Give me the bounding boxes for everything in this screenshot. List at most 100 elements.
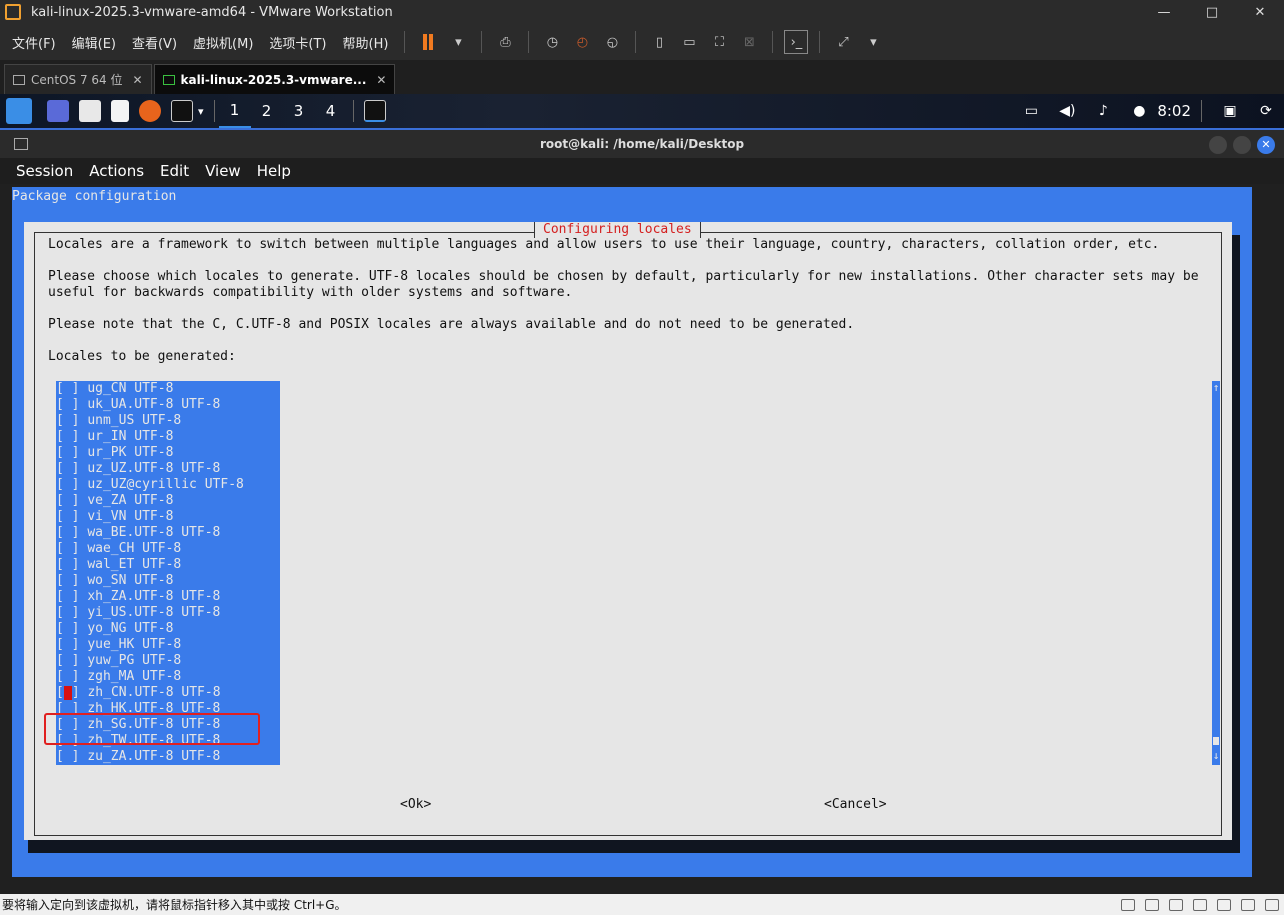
menu-edit[interactable]: 编辑(E) — [64, 33, 124, 52]
checkbox[interactable]: [ ] — [56, 557, 87, 572]
locale-row[interactable]: [ ] yo_NG UTF-8 — [56, 621, 280, 637]
snapshot-manager-icon[interactable]: ◵ — [600, 30, 624, 54]
term-maximize-button[interactable] — [1233, 136, 1251, 154]
locale-row[interactable]: [ ] ve_ZA UTF-8 — [56, 493, 280, 509]
taskbar-terminal-icon[interactable] — [363, 100, 386, 122]
locale-row[interactable]: [ ] vi_VN UTF-8 — [56, 509, 280, 525]
tab-close-icon[interactable]: ✕ — [376, 73, 386, 87]
message-icon[interactable] — [1265, 898, 1279, 911]
dropdown-icon[interactable]: ▾ — [446, 30, 470, 54]
network-icon[interactable]: ▭ — [1023, 103, 1039, 119]
thumbnail-icon[interactable]: ▭ — [677, 30, 701, 54]
scroll-thumb[interactable] — [1213, 737, 1219, 745]
locale-row[interactable]: [ ] uz_UZ@cyrillic UTF-8 — [56, 477, 280, 493]
hdd-icon[interactable] — [1121, 898, 1135, 911]
locale-row[interactable]: [ ] uz_UZ.UTF-8 UTF-8 — [56, 461, 280, 477]
tab-centos[interactable]: CentOS 7 64 位 ✕ — [4, 64, 152, 94]
menu-tabs[interactable]: 选项卡(T) — [261, 33, 334, 52]
power-status-icon[interactable]: ● — [1131, 103, 1147, 119]
display-icon[interactable] — [1241, 898, 1255, 911]
menu-vm[interactable]: 虚拟机(M) — [185, 33, 261, 52]
checkbox[interactable]: [ ] — [56, 749, 87, 764]
locale-row[interactable]: [ ] wa_BE.UTF-8 UTF-8 — [56, 525, 280, 541]
checkbox[interactable]: [ ] — [56, 397, 87, 412]
file-manager-icon[interactable] — [79, 100, 101, 122]
checkbox[interactable]: [ ] — [56, 381, 87, 396]
lock-icon[interactable]: ▣ — [1222, 103, 1238, 119]
notifications-icon[interactable]: ♪ — [1095, 103, 1111, 119]
workspace-1[interactable]: 1 — [218, 94, 251, 128]
checkbox[interactable]: [ ] — [56, 493, 87, 508]
locale-row[interactable]: [ ] unm_US UTF-8 — [56, 413, 280, 429]
firefox-icon[interactable] — [139, 100, 161, 122]
workspace-4[interactable]: 4 — [315, 94, 347, 128]
snapshot-icon[interactable]: ◷ — [540, 30, 564, 54]
locale-row[interactable]: [ ] ur_IN UTF-8 — [56, 429, 280, 445]
checkbox[interactable]: [ ] — [56, 461, 87, 476]
term-close-button[interactable]: ✕ — [1257, 136, 1275, 154]
term-minimize-button[interactable] — [1209, 136, 1227, 154]
locale-list[interactable]: [ ] ug_CN UTF-8[ ] uk_UA.UTF-8 UTF-8[ ] … — [56, 381, 280, 765]
menu-view[interactable]: 查看(V) — [124, 33, 185, 52]
locale-row[interactable]: [ ] wae_CH UTF-8 — [56, 541, 280, 557]
locale-row[interactable]: [ ] wal_ET UTF-8 — [56, 557, 280, 573]
kali-menu-icon[interactable] — [6, 98, 32, 124]
terminal-dropdown-icon[interactable]: ▾ — [198, 105, 204, 118]
terminal-body[interactable]: Package configuration Configuring locale… — [0, 184, 1284, 894]
console-view-icon[interactable]: ›_ — [784, 30, 809, 54]
menu-actions[interactable]: Actions — [89, 162, 144, 180]
revert-snapshot-icon[interactable]: ◴ — [570, 30, 594, 54]
locale-row[interactable]: [] zh_CN.UTF-8 UTF-8 — [56, 685, 280, 701]
usb-icon[interactable] — [1169, 898, 1183, 911]
clock[interactable]: 8:02 — [1157, 102, 1191, 120]
checkbox[interactable]: [ ] — [56, 637, 87, 652]
checkbox[interactable]: [ ] — [56, 509, 87, 524]
checkbox[interactable]: [ ] — [56, 413, 87, 428]
locale-row[interactable]: [ ] ug_CN UTF-8 — [56, 381, 280, 397]
workspace-2[interactable]: 2 — [251, 94, 283, 128]
checkbox[interactable]: [ — [56, 685, 64, 700]
locale-row[interactable]: [ ] zu_ZA.UTF-8 UTF-8 — [56, 749, 280, 765]
minimize-button[interactable]: — — [1140, 0, 1188, 24]
close-button[interactable]: ✕ — [1236, 0, 1284, 24]
printer-icon[interactable] — [1217, 898, 1231, 911]
menu-help[interactable]: 帮助(H) — [335, 33, 397, 52]
checkbox[interactable]: [ ] — [56, 541, 87, 556]
tab-close-icon[interactable]: ✕ — [132, 73, 142, 87]
ok-button[interactable]: <Ok> — [400, 797, 431, 812]
sidebar-toggle-icon[interactable]: ▯ — [647, 30, 671, 54]
locale-row[interactable]: [ ] yi_US.UTF-8 UTF-8 — [56, 605, 280, 621]
scroll-up-icon[interactable]: ↑ — [1212, 381, 1220, 395]
checkbox[interactable]: [ ] — [56, 669, 87, 684]
menu-session[interactable]: Session — [16, 162, 73, 180]
workspace-3[interactable]: 3 — [283, 94, 315, 128]
list-scrollbar[interactable]: ↑ ↓ — [1212, 381, 1220, 765]
terminal-icon[interactable] — [171, 100, 193, 122]
locale-row[interactable]: [ ] uk_UA.UTF-8 UTF-8 — [56, 397, 280, 413]
maximize-button[interactable]: □ — [1188, 0, 1236, 24]
checkbox[interactable]: [ ] — [56, 605, 87, 620]
locale-row[interactable]: [ ] wo_SN UTF-8 — [56, 573, 280, 589]
locale-row[interactable]: [ ] yuw_PG UTF-8 — [56, 653, 280, 669]
locale-row[interactable]: [ ] ur_PK UTF-8 — [56, 445, 280, 461]
sound-icon[interactable] — [1193, 898, 1207, 911]
text-editor-icon[interactable] — [111, 100, 129, 122]
checkbox[interactable]: [ ] — [56, 477, 87, 492]
menu-file[interactable]: 文件(F) — [4, 33, 64, 52]
menu-edit[interactable]: Edit — [160, 162, 189, 180]
menu-view[interactable]: View — [205, 162, 241, 180]
logout-icon[interactable]: ⟳ — [1258, 103, 1274, 119]
show-desktop-icon[interactable] — [47, 100, 69, 122]
scroll-down-icon[interactable]: ↓ — [1212, 749, 1220, 763]
send-keys-icon[interactable]: ⎙ — [493, 30, 517, 54]
network-adapter-icon[interactable] — [1145, 898, 1159, 911]
volume-icon[interactable]: ◀) — [1059, 103, 1075, 119]
checkbox[interactable]: [ ] — [56, 429, 87, 444]
fullscreen-icon[interactable]: ⛶ — [707, 30, 731, 54]
checkbox[interactable]: [ ] — [56, 621, 87, 636]
locale-row[interactable]: [ ] zgh_MA UTF-8 — [56, 669, 280, 685]
checkbox[interactable]: [ ] — [56, 445, 87, 460]
checkbox[interactable]: [ ] — [56, 653, 87, 668]
unity-icon[interactable]: ⊠ — [737, 30, 761, 54]
locale-row[interactable]: [ ] xh_ZA.UTF-8 UTF-8 — [56, 589, 280, 605]
